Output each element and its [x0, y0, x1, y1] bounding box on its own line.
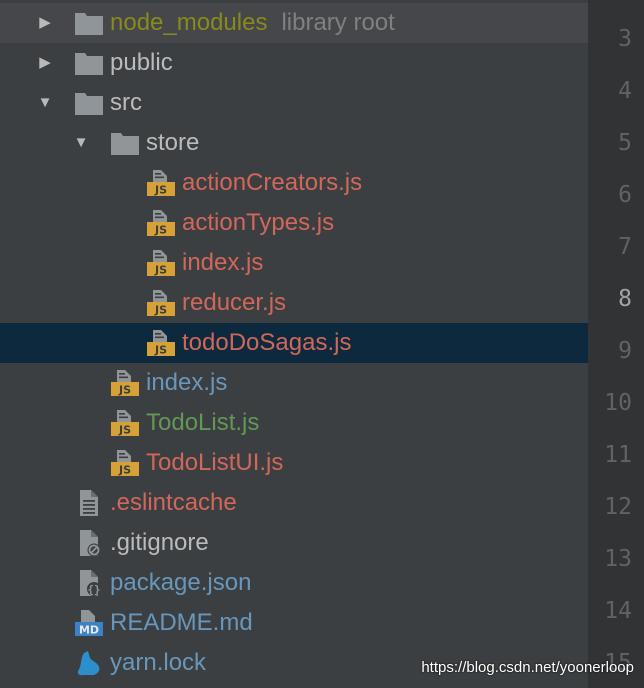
- svg-text:JS: JS: [154, 344, 167, 357]
- tree-item-name: src: [110, 89, 142, 116]
- tree-row[interactable]: JS index.js: [0, 243, 588, 283]
- line-number: 4: [618, 78, 632, 104]
- tree-item-label: actionCreators.js: [182, 168, 362, 198]
- folder-icon: [110, 129, 140, 157]
- js-file-icon: JS: [146, 249, 176, 277]
- line-number: 10: [604, 390, 632, 416]
- yarn-file-icon: [74, 649, 104, 677]
- svg-text:JS: JS: [154, 224, 167, 237]
- tree-row[interactable]: JS reducer.js: [0, 283, 588, 323]
- tree-item-label: index.js: [182, 248, 263, 278]
- tree-row[interactable]: ▼ store: [0, 123, 588, 163]
- tree-item-name: yarn.lock: [110, 649, 207, 676]
- tree-item-label: store: [146, 128, 199, 158]
- tree-item-name: package.json: [110, 569, 252, 596]
- folder-icon: [74, 89, 104, 117]
- tree-item-label: TodoListUI.js: [146, 448, 283, 478]
- tree-row[interactable]: ▶ public: [0, 43, 588, 83]
- json-file-icon: {}: [74, 569, 104, 597]
- tree-item-label: yarn.lock: [110, 648, 206, 678]
- tree-item-name: todoDoSagas.js: [182, 329, 352, 356]
- tree-row[interactable]: JS TodoListUI.js: [0, 443, 588, 483]
- tree-item-name: public: [110, 49, 173, 76]
- svg-text:JS: JS: [154, 304, 167, 317]
- tree-row[interactable]: ▶ node_modules library root: [0, 3, 588, 43]
- tree-row[interactable]: JS index.js: [0, 363, 588, 403]
- folder-icon: [74, 49, 104, 77]
- markdown-file-icon: MD: [74, 609, 104, 637]
- tree-item-label: reducer.js: [182, 288, 286, 318]
- js-file-icon: JS: [110, 449, 140, 477]
- line-number: 11: [604, 442, 632, 468]
- editor-gutter: 3 4 5 6 7 8 9 10 11 12 13 14 15: [588, 0, 644, 688]
- tree-item-label: .eslintcache: [110, 488, 237, 518]
- tree-row[interactable]: .gitignore: [0, 523, 588, 563]
- ignore-file-icon: [74, 529, 104, 557]
- svg-text:JS: JS: [118, 424, 131, 437]
- watermark: https://blog.csdn.net/yoonerloop: [421, 659, 634, 676]
- line-number: 9: [618, 338, 632, 364]
- tree-item-name: .eslintcache: [110, 489, 237, 516]
- tree-item-label: TodoList.js: [146, 408, 259, 438]
- tree-item-label: .gitignore: [110, 528, 209, 558]
- svg-text:{}: {}: [87, 583, 100, 596]
- tree-item-name: index.js: [182, 249, 264, 276]
- line-number: 6: [618, 182, 632, 208]
- js-file-icon: JS: [146, 169, 176, 197]
- tree-item-label: src: [110, 88, 142, 118]
- tree-item-name: actionCreators.js: [182, 169, 363, 196]
- js-file-icon: JS: [110, 409, 140, 437]
- line-number: 8: [618, 286, 632, 312]
- tree-item-label: public: [110, 48, 173, 78]
- line-number: 14: [604, 598, 632, 624]
- tree-row[interactable]: JS todoDoSagas.js: [0, 323, 588, 363]
- tree-item-hint: library root: [281, 9, 395, 36]
- tree-item-name: index.js: [146, 369, 228, 396]
- tree-item-label: index.js: [146, 368, 227, 398]
- text-file-icon: [74, 489, 104, 517]
- tree-item-name: .gitignore: [110, 529, 209, 556]
- tree-row[interactable]: JS actionTypes.js: [0, 203, 588, 243]
- tree-item-name: README.md: [110, 609, 253, 636]
- chevron-down-icon[interactable]: ▼: [72, 134, 90, 152]
- line-number: 3: [618, 26, 632, 52]
- js-file-icon: JS: [146, 289, 176, 317]
- chevron-down-icon[interactable]: ▼: [36, 94, 54, 112]
- svg-text:JS: JS: [154, 184, 167, 197]
- tree-item-label: README.md: [110, 608, 253, 638]
- chevron-right-icon[interactable]: ▶: [36, 14, 54, 32]
- folder-icon: [74, 9, 104, 37]
- tree-row[interactable]: JS TodoList.js: [0, 403, 588, 443]
- tree-row[interactable]: MD README.md: [0, 603, 588, 643]
- ide-window: ▶ node_modules library root ▶ public ▼ src ▼ sto…: [0, 0, 644, 688]
- svg-text:JS: JS: [118, 384, 131, 397]
- js-file-icon: JS: [110, 369, 140, 397]
- tree-item-name: TodoListUI.js: [146, 449, 284, 476]
- line-number: 7: [618, 234, 632, 260]
- tree-item-name: store: [146, 129, 200, 156]
- tree-row[interactable]: {} package.json: [0, 563, 588, 603]
- js-file-icon: JS: [146, 209, 176, 237]
- line-number: 12: [604, 494, 632, 520]
- js-file-icon: JS: [146, 329, 176, 357]
- tree-item-name: TodoList.js: [146, 409, 260, 436]
- svg-text:JS: JS: [118, 464, 131, 477]
- tree-row[interactable]: ▼ src: [0, 83, 588, 123]
- line-number: 5: [618, 130, 632, 156]
- tree-item-label: todoDoSagas.js: [182, 328, 351, 358]
- tree-item-name: reducer.js: [182, 289, 287, 316]
- svg-text:JS: JS: [154, 264, 167, 277]
- tree-row[interactable]: .eslintcache: [0, 483, 588, 523]
- svg-text:MD: MD: [79, 624, 99, 637]
- tree-row[interactable]: JS actionCreators.js: [0, 163, 588, 203]
- tree-item-name: node_modules: [110, 9, 268, 36]
- tree-item-label: node_modules library root: [110, 8, 395, 38]
- tree-item-name: actionTypes.js: [182, 209, 335, 236]
- project-tree[interactable]: ▶ node_modules library root ▶ public ▼ src ▼ sto…: [0, 0, 588, 688]
- tree-item-label: actionTypes.js: [182, 208, 334, 238]
- tree-item-label: package.json: [110, 568, 251, 598]
- line-number: 13: [604, 546, 632, 572]
- chevron-right-icon[interactable]: ▶: [36, 54, 54, 72]
